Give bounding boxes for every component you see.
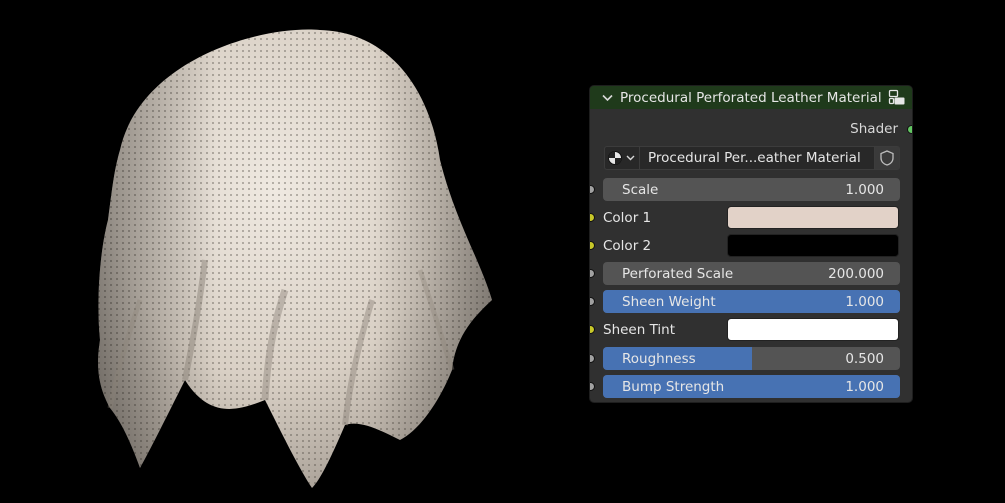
perforated-scale-value: 200.000 [828,266,884,282]
color-2-swatch[interactable] [727,234,899,257]
bump-strength-socket[interactable] [590,382,595,391]
shader-output-label: Shader [850,121,898,137]
bump-strength-slider[interactable]: Bump Strength 1.000 [603,375,900,398]
sheen-weight-label: Sheen Weight [622,294,716,310]
color-1-swatch[interactable] [727,206,899,229]
color-1-row: Color 1 [603,206,900,229]
sheen-weight-slider[interactable]: Sheen Weight 1.000 [603,290,900,313]
perforated-scale-socket[interactable] [590,269,595,278]
color-2-label: Color 2 [603,238,652,254]
roughness-value: 0.500 [845,351,884,367]
sheen-tint-socket[interactable] [590,325,595,334]
bump-strength-label: Bump Strength [622,379,725,395]
material-sphere-icon [608,151,635,165]
material-name-field[interactable]: Procedural Per...eather Material [640,146,874,170]
node-group-icon[interactable] [888,89,906,106]
perforated-scale-field[interactable]: Perforated Scale 200.000 [603,262,900,285]
fake-user-button[interactable] [874,146,900,170]
color-2-socket[interactable] [590,241,595,250]
shader-output-socket[interactable] [907,125,912,134]
color-2-row: Color 2 [603,234,900,257]
material-preview-render [98,29,492,488]
scale-socket[interactable] [590,185,595,194]
roughness-label: Roughness [622,351,696,367]
material-selector[interactable]: Procedural Per...eather Material [604,146,900,170]
perforated-scale-label: Perforated Scale [622,266,734,282]
sheen-tint-label: Sheen Tint [603,322,676,338]
scale-field[interactable]: Scale 1.000 [603,178,900,201]
color-1-label: Color 1 [603,210,652,226]
color-1-socket[interactable] [590,213,595,222]
node-title: Procedural Perforated Leather Material [620,89,882,106]
roughness-slider[interactable]: Roughness 0.500 [603,347,900,370]
roughness-socket[interactable] [590,354,595,363]
sheen-tint-row: Sheen Tint [603,318,900,341]
node-header[interactable]: Procedural Perforated Leather Material [590,86,912,109]
bump-strength-value: 1.000 [845,379,884,395]
sheen-weight-socket[interactable] [590,297,595,306]
chevron-down-icon[interactable] [600,94,614,102]
shield-icon [880,150,894,166]
material-browse-button[interactable] [604,146,640,170]
node-group-panel[interactable]: Procedural Perforated Leather Material S… [590,86,912,402]
sheen-tint-swatch[interactable] [727,318,899,341]
scale-label: Scale [622,182,659,198]
sheen-weight-value: 1.000 [845,294,884,310]
scale-value: 1.000 [845,182,884,198]
